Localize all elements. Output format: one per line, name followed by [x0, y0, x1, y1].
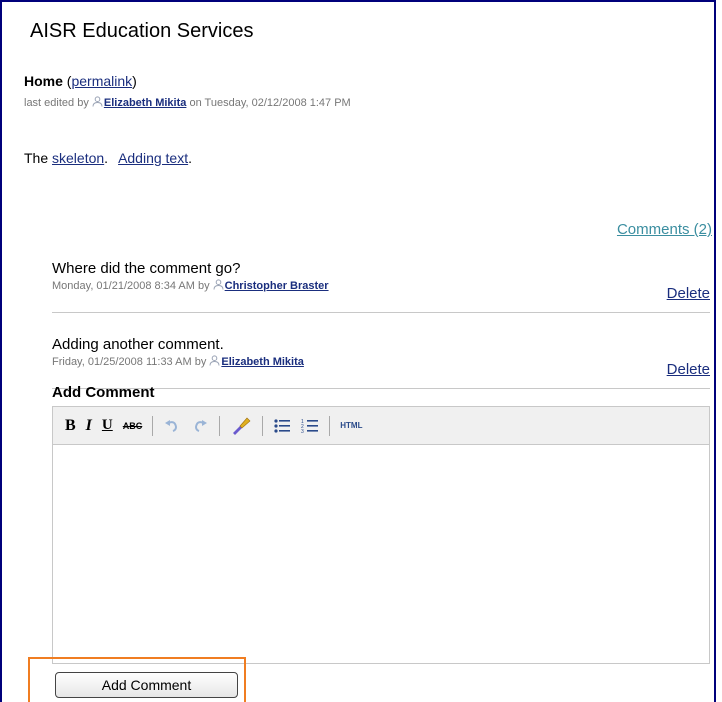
redo-icon[interactable] [191, 414, 209, 438]
author-link[interactable]: Elizabeth Mikita [104, 97, 187, 109]
toolbar-separator [219, 415, 221, 436]
comment-item: Adding another comment. Friday, 01/25/20… [52, 336, 710, 389]
skeleton-link[interactable]: skeleton [52, 150, 104, 166]
comment-item: Where did the comment go? Monday, 01/21/… [52, 260, 710, 313]
html-source-button[interactable]: HTML [340, 414, 362, 438]
body-sep: . [188, 150, 193, 166]
page-body: The skeleton. Adding text. [24, 150, 192, 166]
comment-date: Friday, 01/25/2008 11:33 AM [52, 356, 192, 368]
adding-text-link[interactable]: Adding text [118, 150, 188, 166]
editor-toolbar: B I U ABC 123 HTML [52, 406, 710, 444]
comment-by: by [194, 280, 213, 292]
comment-meta: Friday, 01/25/2008 11:33 AM by Elizabeth… [52, 355, 710, 368]
comments-count-link[interactable]: Comments (2) [617, 221, 712, 238]
comment-by: by [191, 356, 210, 368]
body-sep: . [104, 150, 109, 166]
comment-author-link[interactable]: Elizabeth Mikita [221, 356, 304, 368]
delete-comment-button[interactable]: Delete [667, 285, 710, 302]
bulleted-list-icon[interactable] [273, 414, 291, 438]
comment-editor[interactable] [52, 444, 710, 664]
user-icon [213, 279, 224, 290]
underline-button[interactable]: U [102, 414, 113, 438]
user-icon [209, 355, 220, 366]
page-title: Home [24, 73, 63, 89]
add-comment-title: Add Comment [52, 384, 155, 401]
permalink-link[interactable]: permalink [71, 73, 132, 89]
comment-meta: Monday, 01/21/2008 8:34 AM by Christophe… [52, 279, 710, 292]
comment-date: Monday, 01/21/2008 8:34 AM [52, 280, 195, 292]
paren-close: ) [132, 73, 137, 89]
italic-button[interactable]: I [86, 414, 92, 438]
numbered-list-icon[interactable]: 123 [301, 414, 319, 438]
site-title: AISR Education Services [30, 20, 254, 42]
meta-prefix: last edited by [24, 97, 92, 109]
brush-icon[interactable] [230, 414, 252, 438]
toolbar-separator [152, 415, 154, 436]
toolbar-separator [329, 415, 331, 436]
body-prefix: The [24, 150, 53, 166]
page-meta: last edited by Elizabeth Mikita on Tuesd… [24, 96, 351, 109]
undo-icon[interactable] [163, 414, 181, 438]
user-icon [92, 96, 103, 107]
comment-text: Adding another comment. [52, 336, 224, 353]
meta-suffix: on Tuesday, 02/12/2008 1:47 PM [186, 97, 351, 109]
strikethrough-button[interactable]: ABC [123, 414, 143, 438]
page-heading: Home (permalink) [24, 73, 137, 89]
comment-text: Where did the comment go? [52, 260, 241, 277]
svg-text:3: 3 [301, 429, 304, 435]
comment-author-link[interactable]: Christopher Braster [225, 280, 329, 292]
bold-button[interactable]: B [65, 414, 76, 438]
toolbar-separator [262, 415, 264, 436]
add-comment-button[interactable]: Add Comment [55, 672, 238, 698]
delete-comment-button[interactable]: Delete [667, 361, 710, 378]
